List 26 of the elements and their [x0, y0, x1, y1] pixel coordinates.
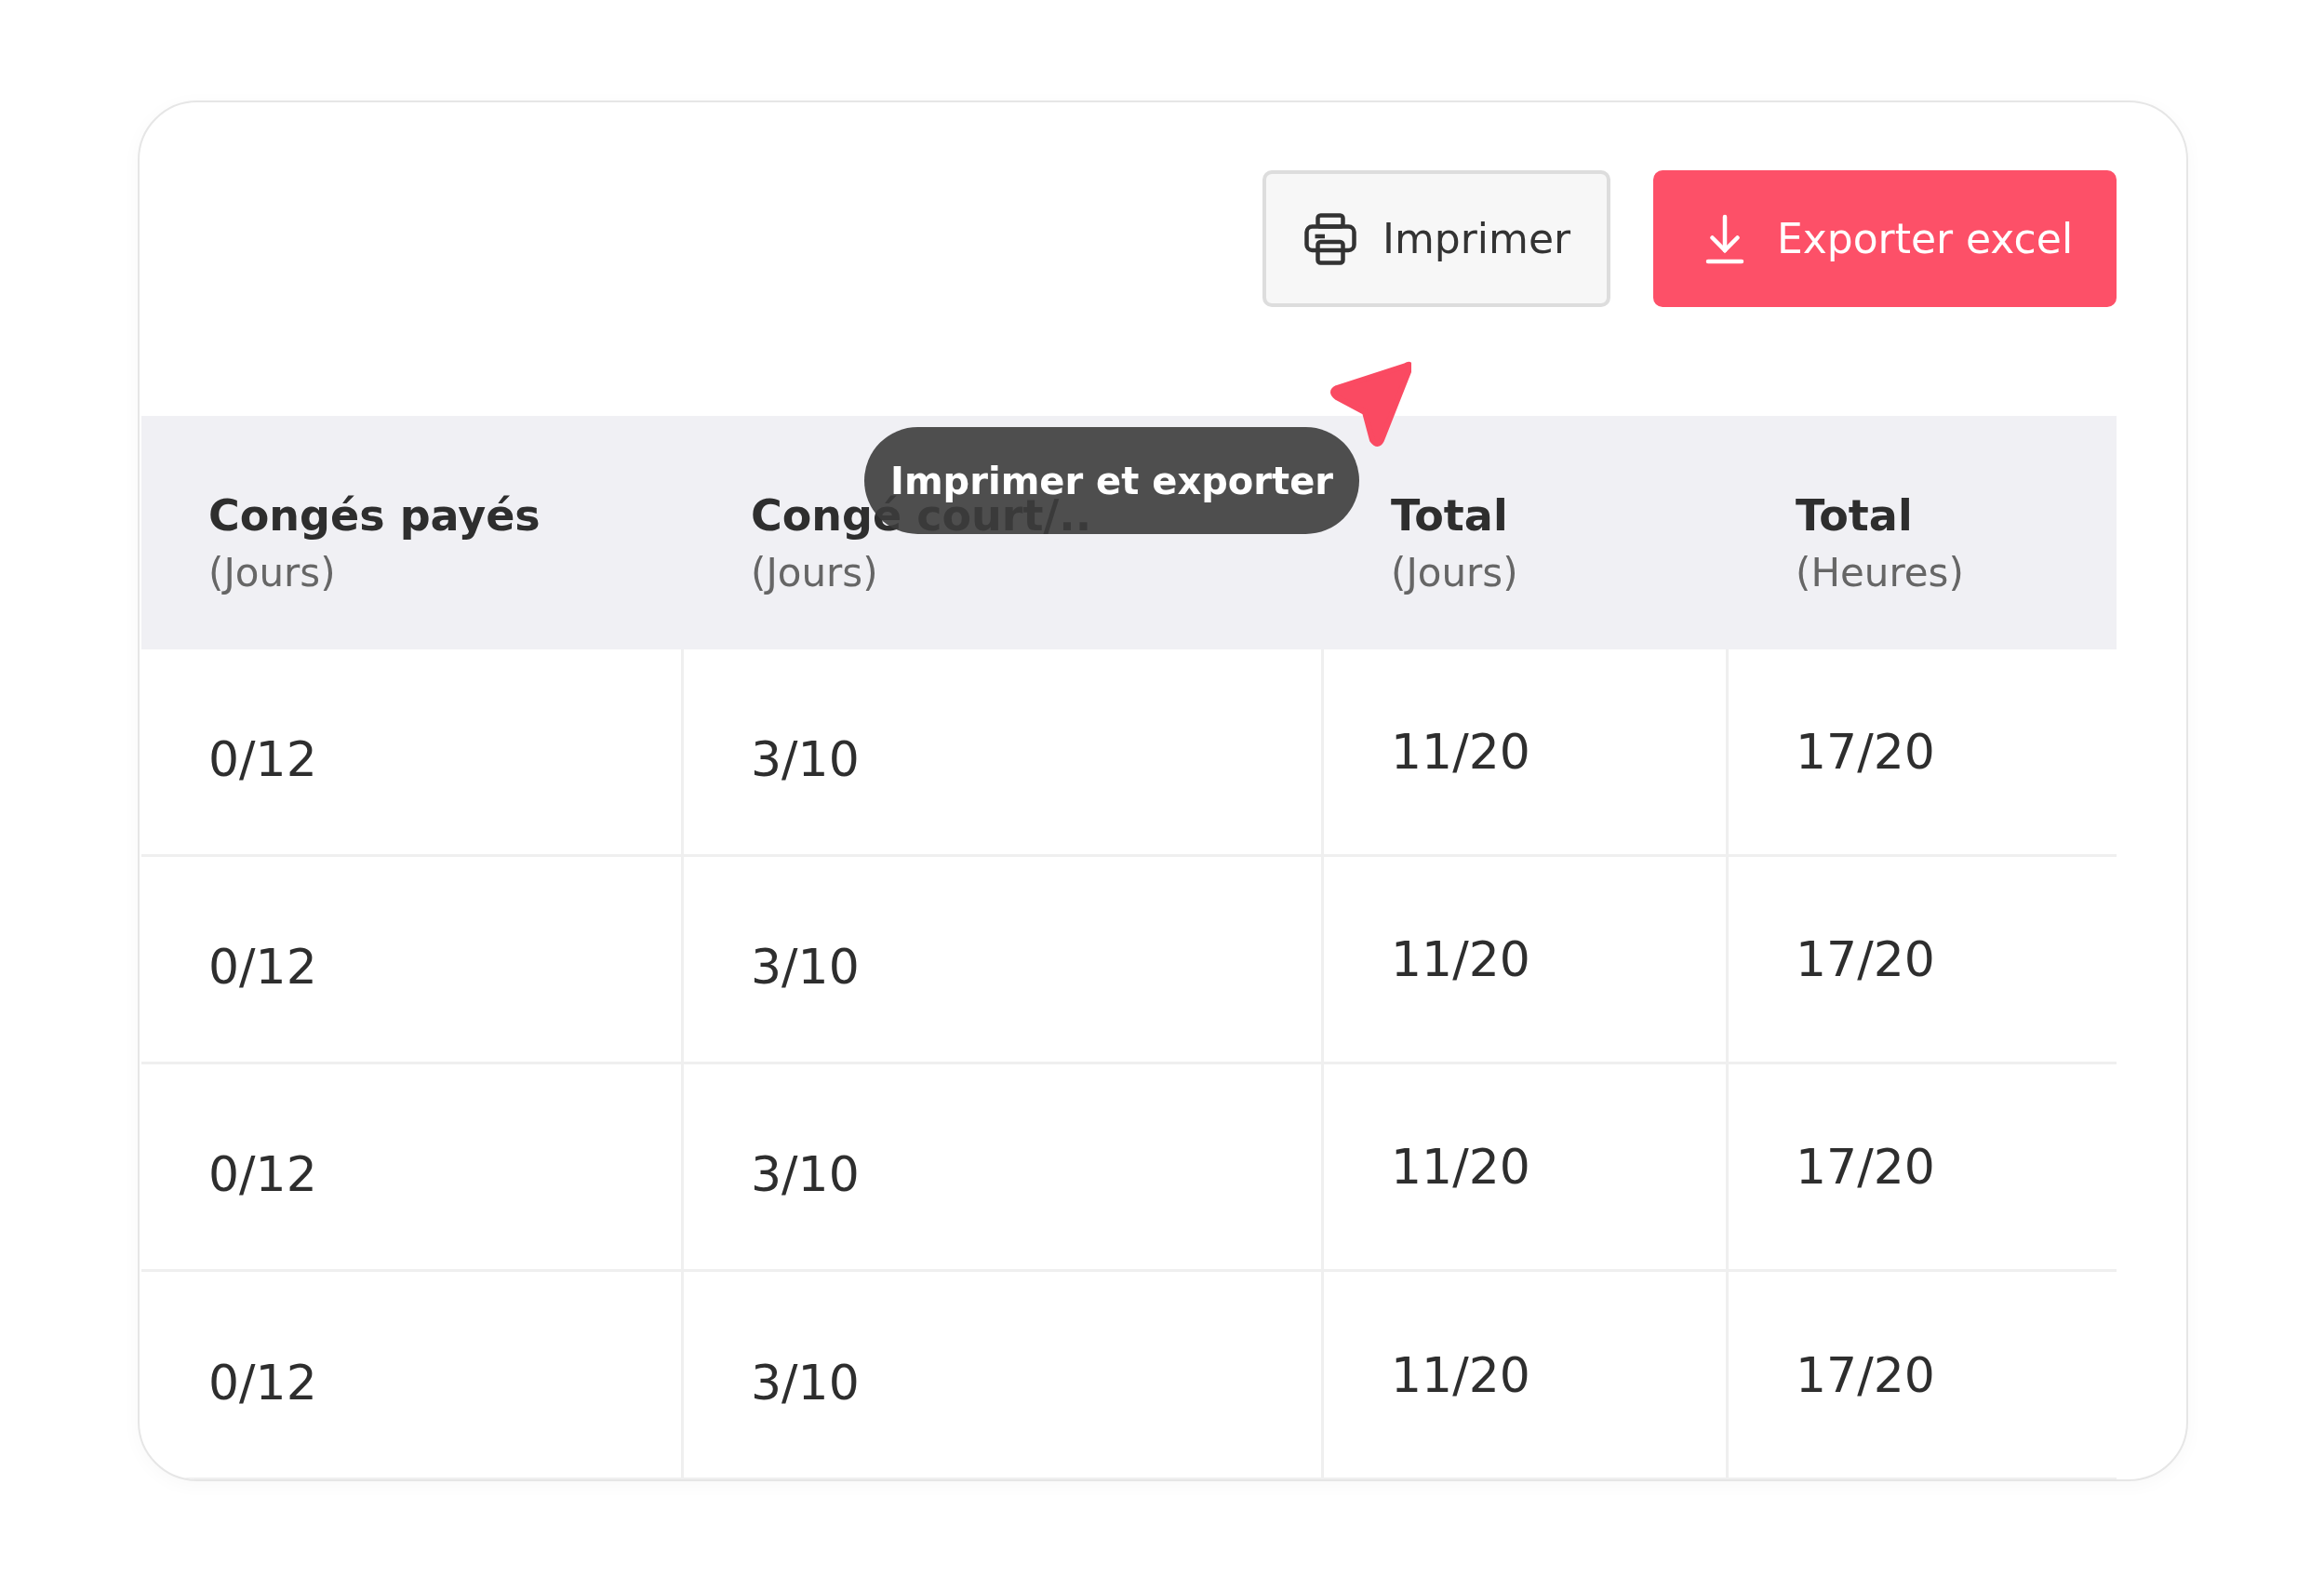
- table-cell: 17/20: [1796, 931, 1935, 987]
- table-cell: 11/20: [1391, 1139, 1530, 1195]
- print-button[interactable]: Imprimer: [1262, 170, 1610, 307]
- table-cell: 3/10: [751, 1354, 860, 1411]
- printer-icon: [1302, 210, 1358, 267]
- column-unit: (Jours): [751, 548, 879, 597]
- table-cell: 0/12: [208, 1146, 317, 1202]
- table-cell: 0/12: [208, 939, 317, 995]
- column-unit: (Jours): [208, 548, 337, 597]
- cursor-arrow-icon: [1328, 360, 1411, 447]
- table-cell: 11/20: [1391, 931, 1530, 987]
- table-cell: 11/20: [1391, 1346, 1530, 1403]
- column-unit: (Jours): [1391, 548, 1519, 597]
- table-cell: 17/20: [1796, 724, 1935, 780]
- table-cell: 11/20: [1391, 724, 1530, 780]
- table-cell: 0/12: [208, 731, 317, 787]
- table-cell: 3/10: [751, 939, 860, 995]
- table-cell: 17/20: [1796, 1139, 1935, 1195]
- column-header: Total: [1391, 488, 1509, 542]
- table-cell: 3/10: [751, 731, 860, 787]
- column-header: Total: [1796, 488, 1914, 542]
- column-unit: (Heures): [1796, 548, 1965, 597]
- table-cell: 0/12: [208, 1354, 317, 1411]
- column-header: Congés payés: [208, 488, 541, 542]
- table-cell: 17/20: [1796, 1346, 1935, 1403]
- table-cell: 3/10: [751, 1146, 860, 1202]
